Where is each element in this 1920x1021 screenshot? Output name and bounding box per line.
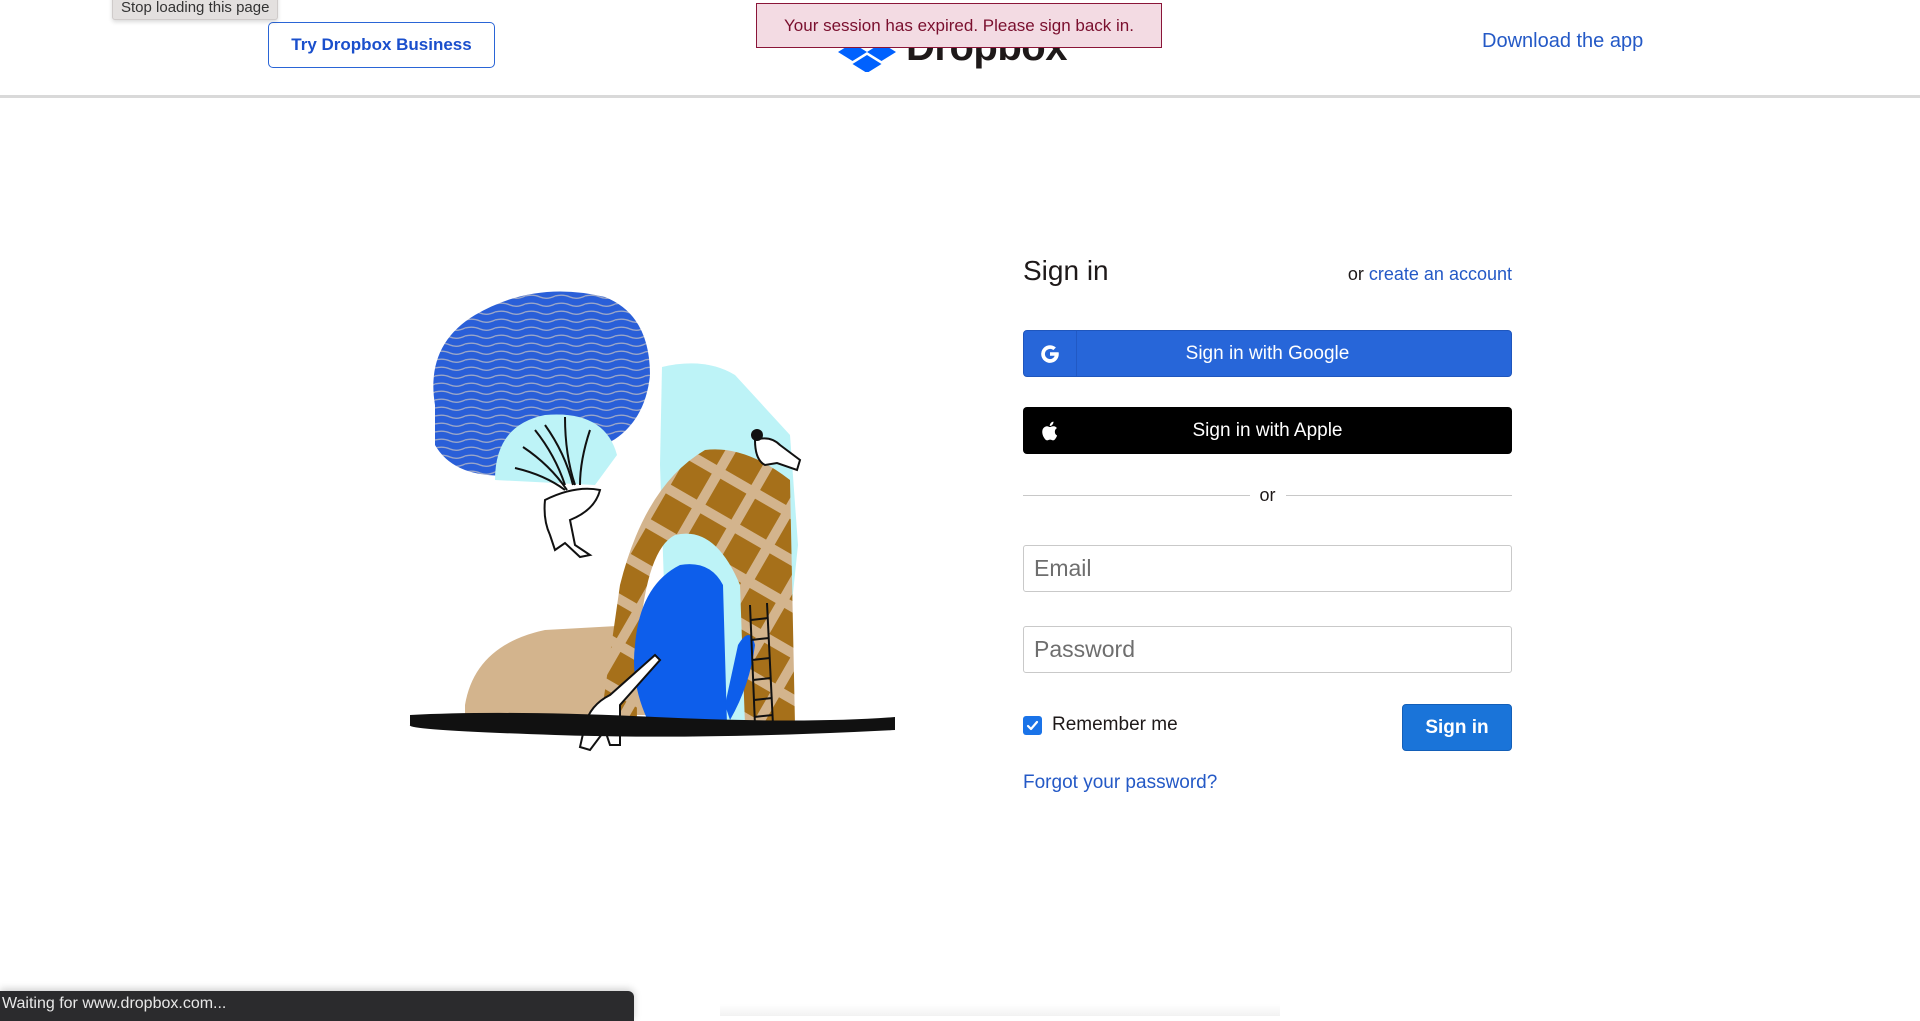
apple-button-label: Sign in with Apple: [1192, 419, 1343, 441]
signin-form: Sign in or create an account Sign in wit…: [1023, 255, 1513, 793]
divider-line-right: [1285, 494, 1513, 496]
hero-illustration: [409, 291, 895, 752]
divider-text: or: [1259, 484, 1276, 505]
sign-in-submit-button[interactable]: Sign in: [1402, 704, 1512, 751]
try-dropbox-business-button[interactable]: Try Dropbox Business: [268, 22, 495, 68]
google-g-icon: [1041, 344, 1059, 363]
signin-header: Sign in or create an account: [1023, 255, 1512, 295]
remember-me-checkbox[interactable]: [1023, 715, 1042, 735]
divider-line-left: [1023, 494, 1250, 496]
password-input[interactable]: [1023, 626, 1512, 673]
create-account-row: or create an account: [1348, 264, 1512, 285]
remember-me-label: Remember me: [1052, 714, 1178, 735]
parachutist: [543, 487, 602, 559]
apple-icon: [1042, 421, 1058, 440]
tooltip-text: Stop loading this page: [121, 0, 270, 16]
create-account-link[interactable]: create an account: [1369, 264, 1512, 284]
session-expired-banner: Your session has expired. Please sign ba…: [756, 3, 1162, 48]
bottom-shadow: [720, 1004, 1280, 1016]
or-prefix: or: [1347, 264, 1364, 284]
google-button-label: Sign in with Google: [1185, 342, 1350, 364]
blue-boulder: [634, 564, 727, 725]
sign-in-with-apple-button[interactable]: Sign in with Apple: [1023, 407, 1512, 454]
google-icon-wrap: [1024, 331, 1077, 376]
checkmark-icon: [1026, 720, 1039, 730]
email-input[interactable]: [1023, 545, 1512, 592]
status-text: Waiting for www.dropbox.com...: [2, 995, 227, 1012]
signin-title: Sign in: [1023, 255, 1109, 286]
browser-status-bar: Waiting for www.dropbox.com...: [0, 991, 634, 1021]
stop-loading-tooltip: Stop loading this page: [112, 0, 279, 20]
forgot-password-link[interactable]: Forgot your password?: [1023, 772, 1217, 794]
download-app-link[interactable]: Download the app: [1482, 30, 1643, 53]
session-banner-text: Your session has expired. Please sign ba…: [784, 15, 1134, 35]
or-divider: or: [1023, 484, 1513, 505]
sign-in-with-google-button[interactable]: Sign in with Google: [1023, 330, 1512, 377]
remember-me-row[interactable]: Remember me: [1023, 714, 1178, 736]
apple-icon-wrap: [1023, 407, 1075, 454]
